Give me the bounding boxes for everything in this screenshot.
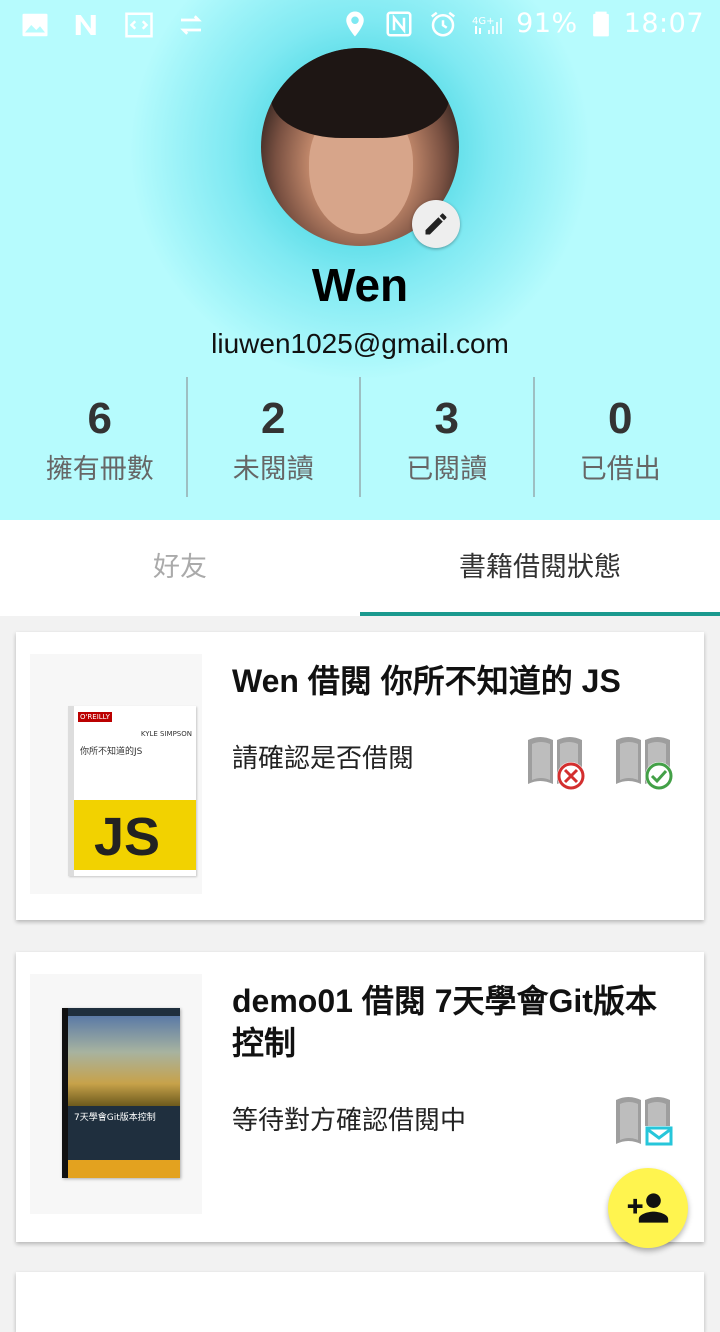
accept-book-icon[interactable] <box>612 732 674 794</box>
user-email: liuwen1025@gmail.com <box>211 328 509 359</box>
borrow-card[interactable]: O'REILLY KYLE SIMPSON 你所不知道的JS JS Wen 借閱… <box>16 632 704 920</box>
battery-percent: 91% <box>516 8 578 39</box>
card-title: Wen 借閱 你所不知道的 JS <box>232 663 621 699</box>
reject-book-icon[interactable] <box>524 732 586 794</box>
pencil-icon <box>425 213 447 235</box>
signal-4g-icon: 4G+ <box>472 16 503 34</box>
edit-avatar-button[interactable] <box>412 200 460 248</box>
cover-js-logo: JS <box>94 807 161 867</box>
stat-label: 未閱讀 <box>232 454 314 485</box>
book-cover: O'REILLY KYLE SIMPSON 你所不知道的JS JS <box>30 654 202 894</box>
publisher-logo: O'REILLY <box>78 712 112 722</box>
stat-label: 已借出 <box>579 454 661 485</box>
stat-value: 2 <box>261 394 286 443</box>
status-bar: 4G+ 91% 18:07 <box>0 0 720 50</box>
add-friend-button[interactable] <box>608 1168 688 1248</box>
tab-indicator <box>360 612 720 616</box>
alarm-icon <box>431 11 456 36</box>
stat-owned[interactable]: 6 擁有冊數 <box>14 377 186 497</box>
borrow-card[interactable]: 7天學會Git版本控制 demo01 借閱 7天學會Git版本控制 等待對方確認… <box>16 952 704 1242</box>
cover-bar <box>68 1160 180 1178</box>
book-cover: 7天學會Git版本控制 <box>30 974 202 1214</box>
code-icon <box>125 12 153 38</box>
battery-icon <box>592 11 609 36</box>
tab-friends[interactable]: 好友 <box>0 520 360 616</box>
stat-unread[interactable]: 2 未閱讀 <box>185 377 360 497</box>
stat-value: 0 <box>608 394 633 443</box>
card-title: demo01 借閱 7天學會Git版本控制 <box>232 983 657 1061</box>
add-person-icon <box>627 1193 669 1223</box>
book-mail-icon <box>616 1097 673 1146</box>
book-js-cover: O'REILLY KYLE SIMPSON 你所不知道的JS JS <box>68 706 196 876</box>
location-icon <box>346 11 364 36</box>
stat-value: 3 <box>434 394 459 443</box>
user-name: Wen <box>311 259 409 311</box>
tab-label: 書籍借閱狀態 <box>459 552 621 583</box>
n-app-icon <box>75 15 96 35</box>
cover-title: 你所不知道的JS <box>80 747 143 757</box>
book-git-cover: 7天學會Git版本控制 <box>62 1008 180 1178</box>
stats-row: 6 擁有冊數 2 未閱讀 3 已閱讀 0 已借出 <box>14 377 706 497</box>
tab-borrow-status[interactable]: 書籍借閱狀態 <box>360 520 720 616</box>
stat-lent[interactable]: 0 已借出 <box>532 377 707 497</box>
stat-value: 6 <box>87 394 112 443</box>
clock: 18:07 <box>623 8 704 39</box>
tab-bar: 好友 書籍借閱狀態 <box>0 520 720 616</box>
card-status: 請確認是否借閱 <box>232 744 415 774</box>
stat-read[interactable]: 3 已閱讀 <box>359 377 533 497</box>
tab-label: 好友 <box>153 552 207 583</box>
borrow-card-partial[interactable] <box>16 1272 704 1332</box>
cover-landscape <box>68 1016 180 1106</box>
nfc-icon <box>386 11 412 36</box>
cover-title: 7天學會Git版本控制 <box>74 1113 156 1123</box>
stat-label: 已閱讀 <box>406 454 488 485</box>
stat-label: 擁有冊數 <box>45 454 154 485</box>
card-status: 等待對方確認借閱中 <box>232 1106 467 1136</box>
author-text: KYLE SIMPSON <box>140 730 192 738</box>
svg-text:4G+: 4G+ <box>472 16 495 27</box>
sync-arrows-icon <box>180 15 202 35</box>
gallery-icon <box>22 13 48 37</box>
